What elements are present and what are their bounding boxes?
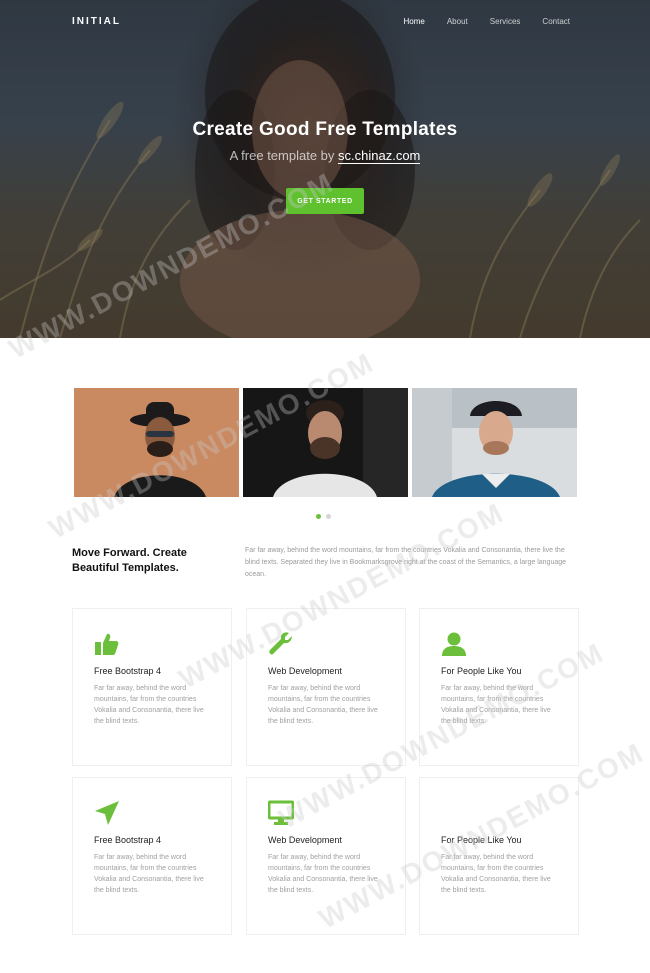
person-hat-sunglasses-photo <box>74 388 239 497</box>
intro-heading: Move Forward. Create Beautiful Templates… <box>72 547 187 574</box>
feature-card-4: Free Bootstrap 4 Far far away, behind th… <box>72 777 232 935</box>
feature-text: Far far away, behind the word mountains,… <box>441 854 551 894</box>
gallery-photo-3 <box>412 388 577 497</box>
feature-text: Far far away, behind the word mountains,… <box>268 854 378 894</box>
user-icon <box>442 632 466 656</box>
gallery-photo-2 <box>243 388 408 497</box>
feature-text: Far far away, behind the word mountains,… <box>441 685 551 725</box>
carousel-dot-1[interactable] <box>316 514 321 519</box>
person-cap-snow-photo <box>412 388 577 497</box>
carousel-dot-2[interactable] <box>326 514 331 519</box>
feature-text: Far far away, behind the word mountains,… <box>94 854 204 894</box>
get-started-button[interactable]: GET STARTED <box>286 188 364 214</box>
feature-card-6: For People Like You Far far away, behind… <box>419 777 579 935</box>
monitor-icon <box>268 800 294 825</box>
hero-background-image <box>0 0 641 338</box>
feature-text: Far far away, behind the word mountains,… <box>94 685 204 725</box>
nav-links: Home About Services Contact <box>403 17 570 26</box>
person-beard-dark-photo <box>243 388 408 497</box>
feature-title: Free Bootstrap 4 <box>94 666 162 676</box>
feature-title: For People Like You <box>441 835 522 845</box>
user-icon-placeholder <box>441 800 467 826</box>
intro-text: Far far away, behind the word mountains,… <box>245 547 567 578</box>
feature-text: Far far away, behind the word mountains,… <box>268 685 378 725</box>
top-nav: INITIAL Home About Services Contact <box>0 0 650 44</box>
paper-plane-icon <box>95 801 119 825</box>
thumbs-up-icon <box>95 633 119 655</box>
nav-link-home[interactable]: Home <box>403 17 424 26</box>
gallery-photo-1 <box>74 388 239 497</box>
carousel-dots <box>316 514 331 519</box>
nav-link-services[interactable]: Services <box>490 17 521 26</box>
nav-link-about[interactable]: About <box>447 17 468 26</box>
feature-card-1: Free Bootstrap 4 Far far away, behind th… <box>72 608 232 766</box>
hero-subtitle: A free template by sc.chinaz.com <box>0 148 650 164</box>
feature-title: For People Like You <box>441 666 522 676</box>
nav-link-contact[interactable]: Contact <box>542 17 570 26</box>
feature-card-2: Web Development Far far away, behind the… <box>246 608 406 766</box>
feature-card-5: Web Development Far far away, behind the… <box>246 777 406 935</box>
feature-title: Web Development <box>268 666 342 676</box>
feature-card-3: For People Like You Far far away, behind… <box>419 608 579 766</box>
feature-title: Free Bootstrap 4 <box>94 835 162 845</box>
hero-section: INITIAL Home About Services Contact Crea… <box>0 0 650 338</box>
hero-subtitle-link[interactable]: sc.chinaz.com <box>338 148 421 164</box>
hero-title: Create Good Free Templates <box>192 119 458 140</box>
hero-subtitle-prefix: A free template by <box>229 148 339 163</box>
feature-title: Web Development <box>268 835 342 845</box>
wrench-icon <box>269 632 292 655</box>
brand-logo[interactable]: INITIAL <box>72 16 121 27</box>
